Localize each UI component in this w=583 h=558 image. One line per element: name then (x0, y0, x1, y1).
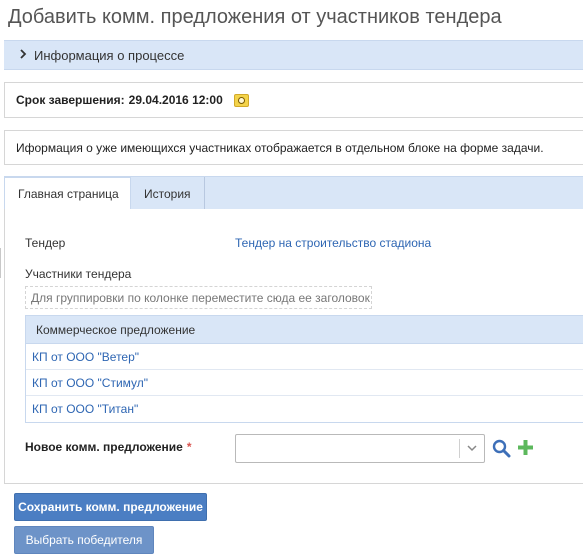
group-drop-hint: Для группировки по колонке переместите с… (31, 290, 370, 305)
chevron-down-icon[interactable] (467, 443, 477, 453)
choose-winner-button[interactable]: Выбрать победителя (14, 526, 154, 554)
tab-main-page[interactable]: Главная страница (4, 177, 131, 210)
deadline-value: 29.04.2016 12:00 (128, 93, 223, 107)
add-icon[interactable] (517, 439, 534, 461)
new-offer-label-text: Новое комм. предложение (25, 440, 183, 454)
table-row[interactable]: КП от ООО "Стимул" (26, 370, 583, 396)
info-message-panel: Иформация о уже имеющихся участниках ото… (4, 130, 583, 165)
deadline-label: Срок завершения: (16, 93, 125, 107)
tender-link[interactable]: Тендер на строительство стадиона (235, 236, 431, 250)
table-row[interactable]: КП от ООО "Титан" (26, 396, 583, 422)
search-icon[interactable] (492, 439, 511, 463)
process-info-label: Информация о процессе (34, 47, 185, 63)
grid-column-header[interactable]: Коммерческое предложение (26, 316, 583, 344)
group-drop-area[interactable]: Для группировки по колонке переместите с… (25, 286, 372, 309)
new-offer-label: Новое комм. предложение * (25, 440, 192, 454)
tab-label: Главная страница (18, 187, 119, 201)
clock-icon[interactable] (233, 93, 249, 107)
process-info-toggle[interactable]: Информация о процессе (4, 40, 583, 70)
offer-link[interactable]: КП от ООО "Титан" (32, 402, 138, 416)
save-offer-button[interactable]: Сохранить комм. предложение (14, 493, 207, 521)
offer-link[interactable]: КП от ООО "Ветер" (32, 350, 139, 364)
new-offer-select[interactable] (235, 434, 485, 463)
combo-divider (459, 439, 460, 458)
tab-history[interactable]: История (131, 177, 205, 210)
table-row[interactable]: КП от ООО "Ветер" (26, 344, 583, 370)
offers-grid: Коммерческое предложение КП от ООО "Вете… (25, 315, 583, 423)
required-mark: * (186, 440, 192, 454)
participants-label: Участники тендера (25, 267, 132, 281)
chevron-right-icon (19, 48, 29, 62)
grid-column-label: Коммерческое предложение (36, 322, 196, 337)
tab-strip: Главная страница История (4, 176, 583, 210)
deadline-panel: Срок завершения: 29.04.2016 12:00 (4, 82, 583, 118)
resize-handle[interactable] (0, 248, 5, 278)
info-message: Иформация о уже имеющихся участниках ото… (16, 140, 544, 155)
tender-label: Тендер (25, 236, 66, 250)
page-title: Добавить комм. предложения от участников… (8, 6, 502, 28)
offer-link[interactable]: КП от ООО "Стимул" (32, 376, 148, 390)
tab-label: История (144, 186, 191, 201)
